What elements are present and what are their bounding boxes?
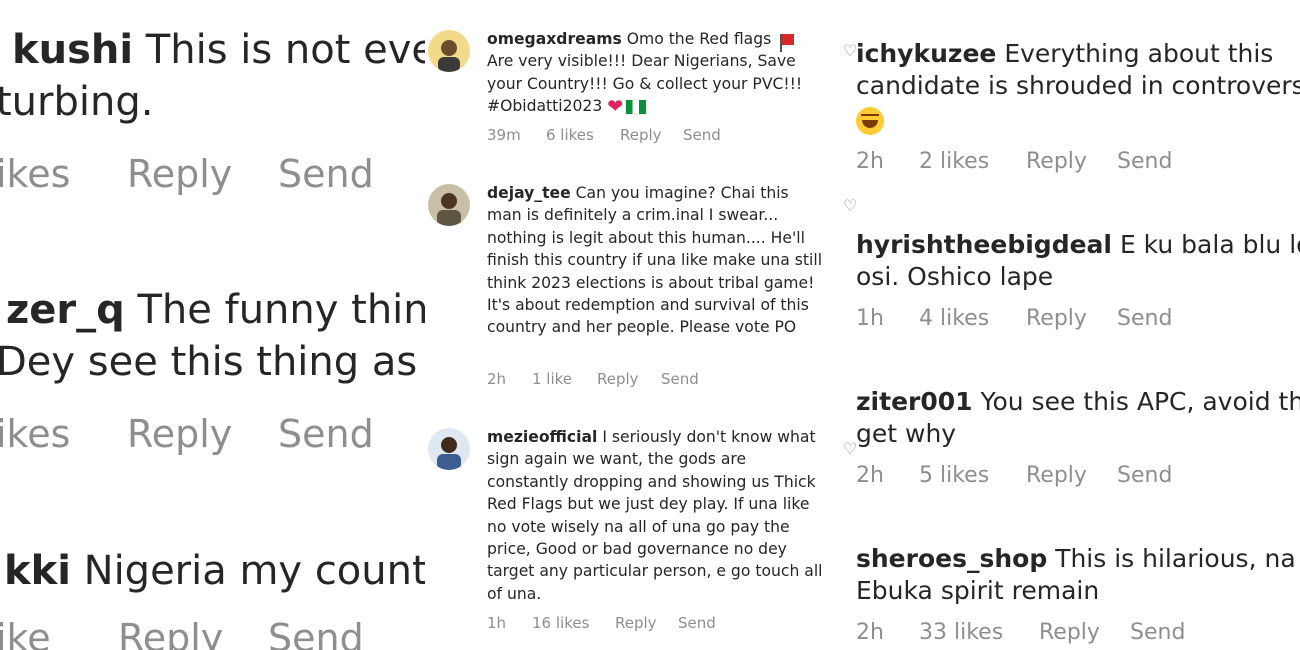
comment: kushi This is not even turbing. [0, 24, 430, 128]
send-button[interactable]: Send [1130, 620, 1185, 645]
comment-line: ziter001 You see this APC, avoid the [856, 386, 1300, 418]
likes-count[interactable]: 6 likes [546, 126, 594, 144]
comment-text-continued: osi. Oshico lape [856, 262, 1054, 291]
avatar[interactable] [428, 184, 470, 226]
avatar[interactable] [428, 30, 470, 72]
comment-text: This is not even [145, 27, 430, 73]
comment-time: 1h [487, 614, 507, 632]
likes-count[interactable]: 1 like [532, 370, 572, 388]
comment-line: kki Nigeria my country [4, 545, 430, 597]
nigeria-flag-emoji [625, 98, 648, 115]
comment-text: I seriously don't know what sign again w… [487, 428, 823, 603]
comment-username[interactable]: kushi [12, 27, 133, 73]
send-button[interactable]: Send [1117, 463, 1172, 488]
comment-time: 39m [487, 126, 521, 144]
comment-text-continued: get why [856, 419, 957, 448]
comment-username[interactable]: zer_q [6, 287, 125, 333]
comment-time: 2h [487, 370, 507, 388]
comment-line: ichykuzee Everything about this [856, 38, 1300, 70]
comment-username[interactable]: ziter001 [856, 387, 973, 416]
comment-text: Omo the Red flags [626, 30, 772, 48]
comment-username[interactable]: hyrishtheebigdeal [856, 230, 1112, 259]
heart-outline-icon[interactable]: ♡ [843, 198, 859, 214]
comment-body: dejay_tee Can you imagine? Chai this man… [487, 182, 827, 339]
comment-line: kushi This is not even [12, 24, 430, 76]
reply-button[interactable]: Reply [1026, 463, 1087, 488]
emoji-line [856, 104, 1300, 136]
comment-text-continued: turbing. [0, 79, 154, 125]
comment: zer_q The funny thing Dey see this thing… [0, 284, 430, 388]
avatar-image [428, 184, 470, 226]
tears-of-joy-emoji [856, 107, 884, 135]
likes-count[interactable]: 33 likes [919, 620, 1003, 645]
red-flag-emoji [780, 34, 795, 52]
likes-count[interactable]: 16 likes [532, 614, 589, 632]
comment-text: The funny thing [137, 287, 431, 333]
comment-time: 2h [856, 620, 884, 645]
comments-panel-middle: omegaxdreams Omo the Red flags Are very … [425, 0, 830, 650]
comment-line: zer_q The funny thing [6, 284, 430, 336]
comment-text-continued: candidate is shrouded in controversy [856, 71, 1300, 100]
likes-count[interactable]: ikes [0, 152, 70, 196]
comment-body: omegaxdreams Omo the Red flags Are very … [487, 28, 827, 118]
send-button[interactable]: Send [278, 152, 374, 196]
likes-count[interactable]: 4 likes [919, 306, 989, 331]
comment-text-continued: Dey see this thing as [0, 339, 418, 385]
comment-body: mezieofficial I seriously don't know wha… [487, 426, 827, 605]
comment-text-continued: Ebuka spirit remain [856, 576, 1100, 605]
send-button[interactable]: Send [278, 412, 374, 456]
comment: kki Nigeria my country [0, 545, 430, 597]
comment-username[interactable]: dejay_tee [487, 184, 571, 202]
comment-line: hyrishtheebigdeal E ku bala blu loturu [856, 229, 1300, 261]
comment-text: This is hilarious, na [1055, 544, 1296, 573]
avatar-image [428, 428, 470, 470]
red-heart-emoji: ❤ [607, 95, 624, 118]
avatar-image [428, 30, 470, 72]
comment-line: sheroes_shop This is hilarious, na [856, 543, 1300, 575]
reply-button[interactable]: Reply [620, 126, 662, 144]
comment-username[interactable]: omegaxdreams [487, 30, 622, 48]
zoomed-comments-panel-right: ♡ ♡ ♡ ichykuzee Everything about this ca… [840, 0, 1300, 650]
reply-button[interactable]: Reply [118, 616, 223, 650]
send-button[interactable]: Send [1117, 306, 1172, 331]
send-button[interactable]: Send [661, 370, 699, 388]
comment-time: 1h [856, 306, 884, 331]
send-button[interactable]: Send [678, 614, 716, 632]
send-button[interactable]: Send [683, 126, 721, 144]
reply-button[interactable]: Reply [127, 152, 232, 196]
comment-text: Nigeria my country [83, 548, 430, 594]
zoomed-comments-panel-left: kushi This is not even turbing. ikes Rep… [0, 0, 430, 650]
comment-text: Can you imagine? Chai this man is defini… [487, 184, 823, 337]
comment-username[interactable]: ichykuzee [856, 39, 996, 68]
comment-text: E ku bala blu loturu [1119, 230, 1300, 259]
comment-text: Everything about this [1004, 39, 1274, 68]
comment-time: 2h [856, 149, 884, 174]
comment-time: 2h [856, 463, 884, 488]
comment-username[interactable]: sheroes_shop [856, 544, 1047, 573]
comment-username[interactable]: kki [4, 548, 71, 594]
reply-button[interactable]: Reply [1026, 306, 1087, 331]
reply-button[interactable]: Reply [1039, 620, 1100, 645]
reply-button[interactable]: Reply [597, 370, 639, 388]
reply-button[interactable]: Reply [615, 614, 657, 632]
likes-count[interactable]: ike [0, 616, 51, 650]
reply-button[interactable]: Reply [1026, 149, 1087, 174]
likes-count[interactable]: ikes [0, 412, 70, 456]
likes-count[interactable]: 5 likes [919, 463, 989, 488]
comment-username[interactable]: mezieofficial [487, 428, 597, 446]
send-button[interactable]: Send [1117, 149, 1172, 174]
comment-text: You see this APC, avoid the [980, 387, 1300, 416]
reply-button[interactable]: Reply [127, 412, 232, 456]
likes-count[interactable]: 2 likes [919, 149, 989, 174]
send-button[interactable]: Send [268, 616, 364, 650]
avatar[interactable] [428, 428, 470, 470]
